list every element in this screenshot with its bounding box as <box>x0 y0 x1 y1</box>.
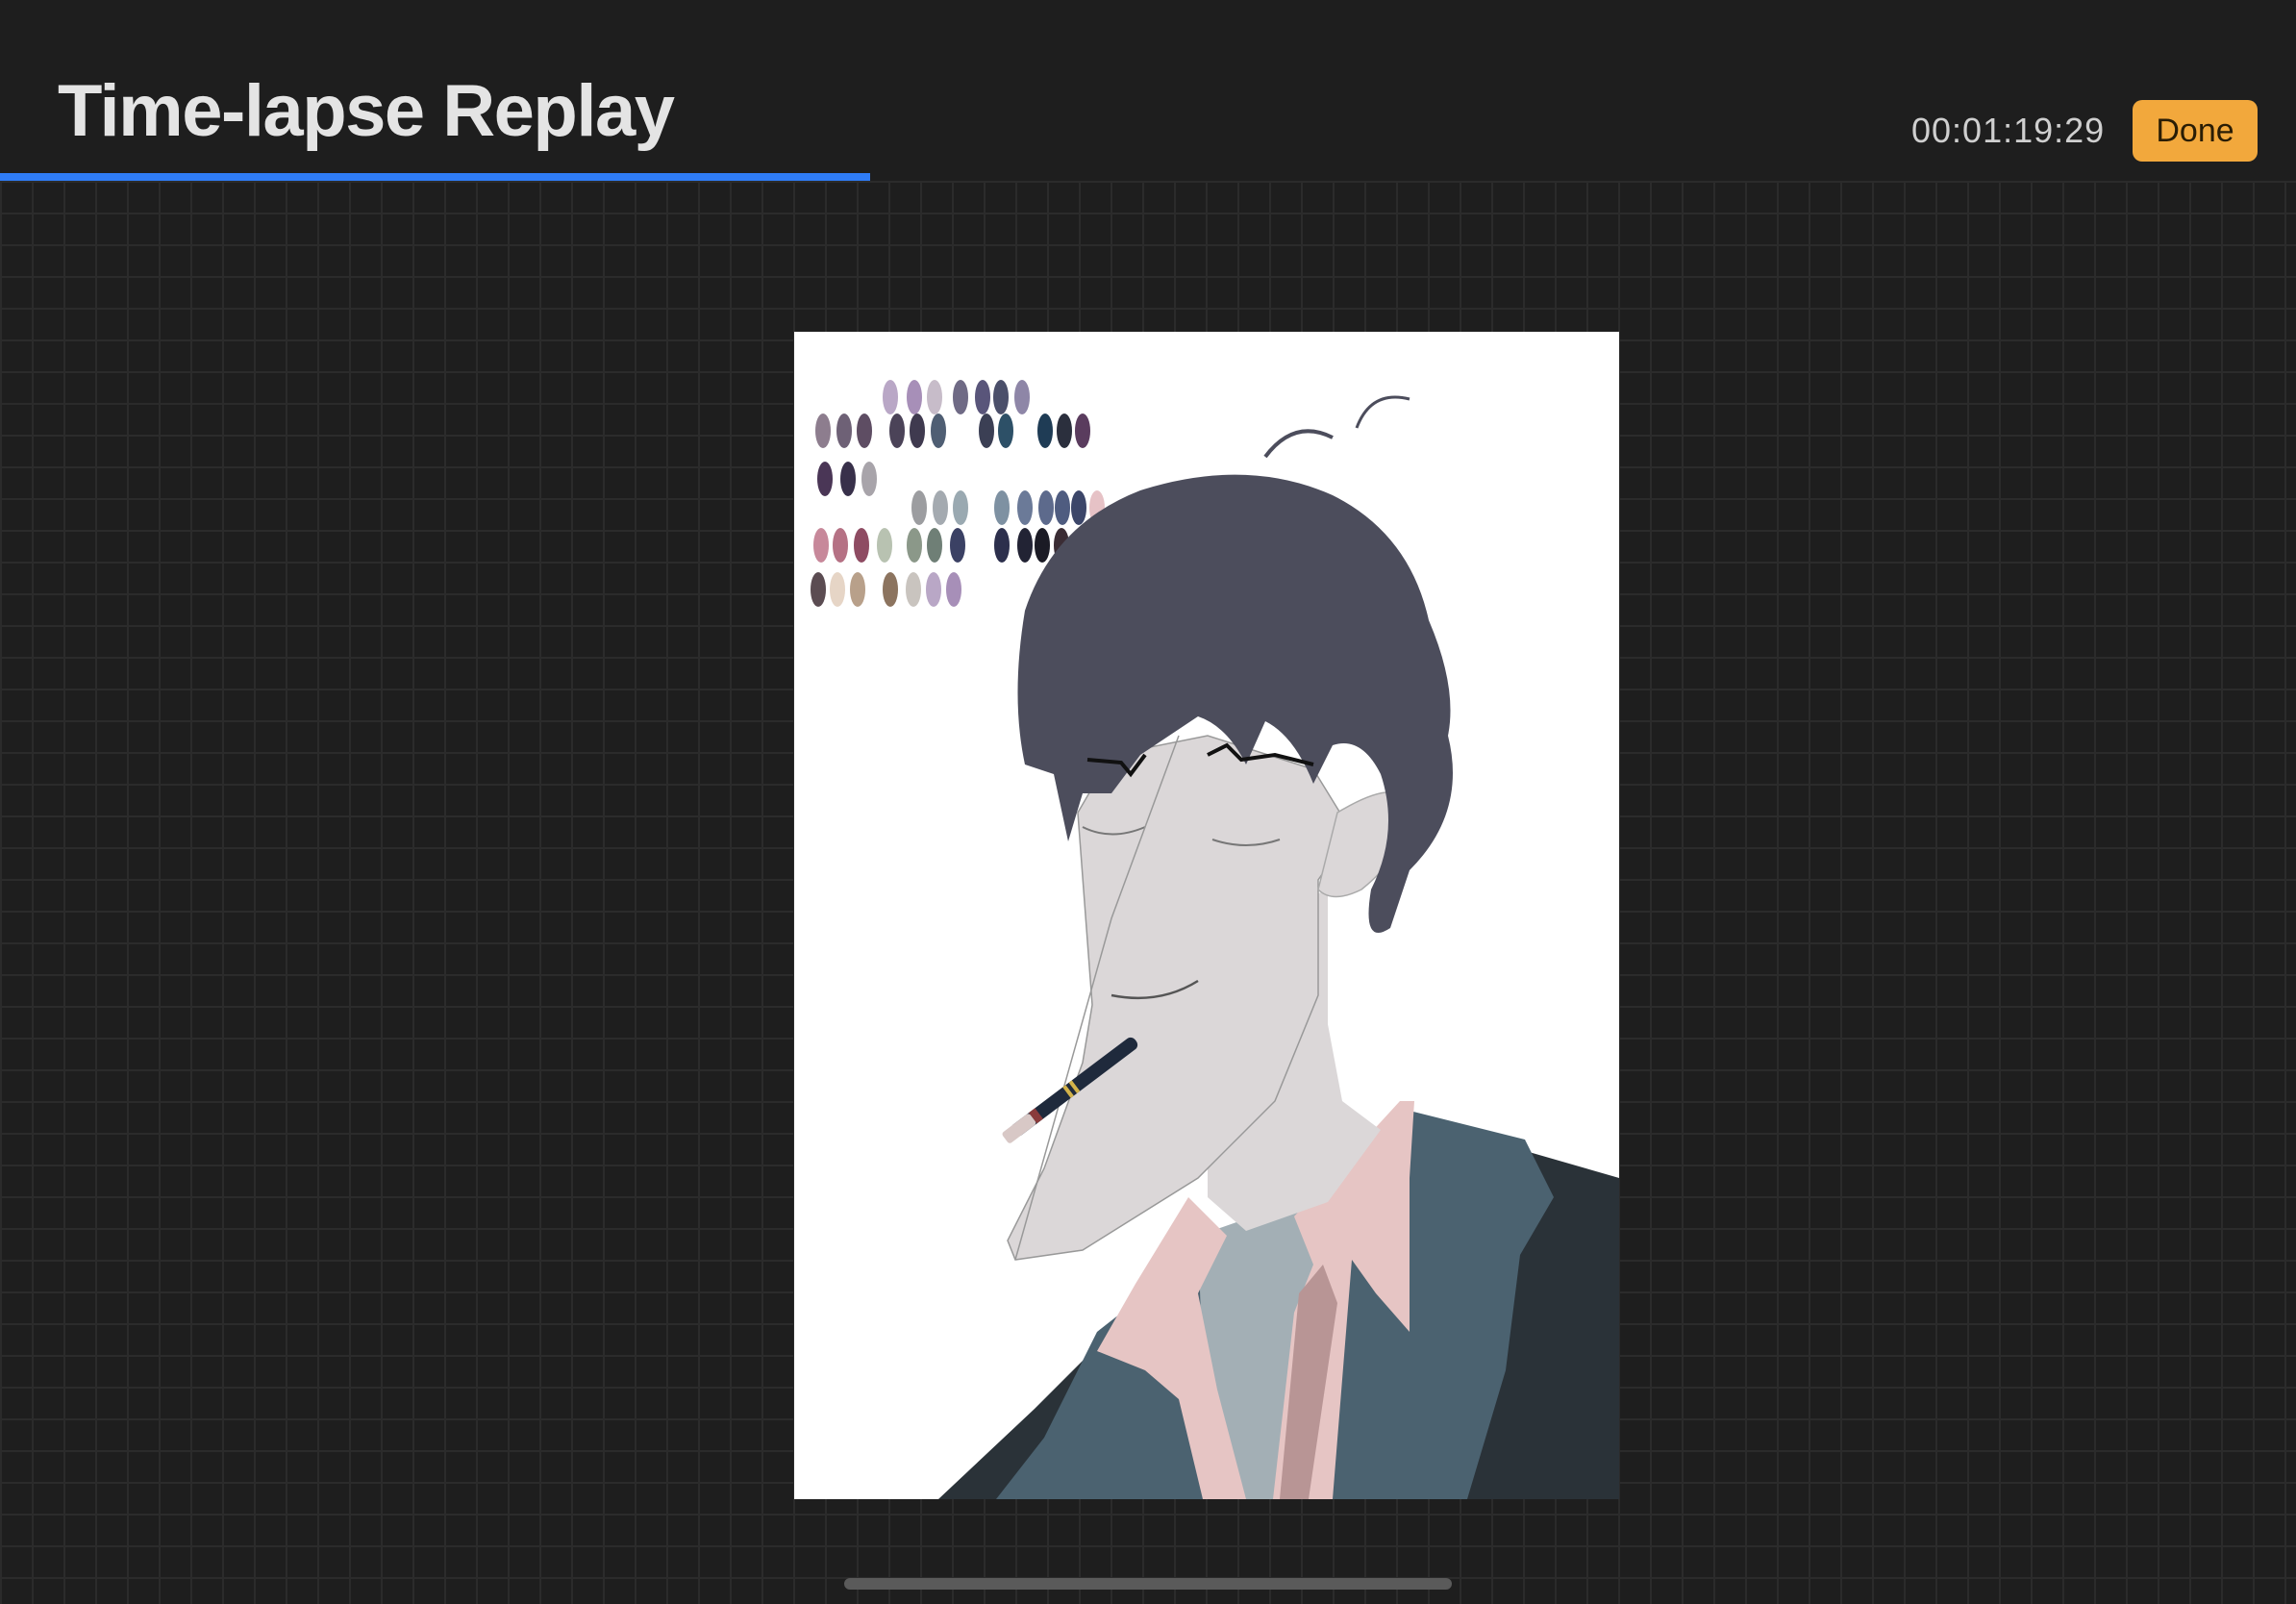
palette-swatch <box>840 462 856 496</box>
palette-swatch <box>1071 490 1086 525</box>
palette-swatch <box>907 528 922 563</box>
palette-swatch <box>883 572 898 607</box>
palette-swatch <box>850 572 865 607</box>
palette-swatch <box>877 528 892 563</box>
palette-swatch <box>926 572 941 607</box>
playback-scrubber[interactable] <box>0 173 2296 181</box>
palette-swatch <box>833 528 848 563</box>
palette-swatch <box>889 414 905 448</box>
palette-swatch <box>946 572 961 607</box>
palette-swatch <box>998 414 1013 448</box>
page-title: Time-lapse Replay <box>58 70 675 152</box>
artwork-canvas[interactable] <box>794 332 1619 1499</box>
palette-swatch <box>953 380 968 414</box>
palette-swatch <box>911 490 927 525</box>
palette-swatch <box>1057 414 1072 448</box>
home-indicator[interactable] <box>844 1578 1452 1590</box>
hair-strand <box>1263 429 1334 459</box>
palette-swatch <box>1017 490 1033 525</box>
palette-swatch <box>994 528 1010 563</box>
palette-swatch <box>1014 380 1030 414</box>
palette-swatch <box>931 414 946 448</box>
palette-swatch <box>927 380 942 414</box>
palette-swatch <box>1075 414 1090 448</box>
playback-progress-fill <box>0 173 871 181</box>
palette-swatch <box>994 490 1010 525</box>
artwork-illustration <box>811 380 1619 1499</box>
palette-swatch <box>1055 490 1070 525</box>
palette-swatch <box>815 414 831 448</box>
palette-swatch <box>950 528 965 563</box>
palette-swatch <box>906 572 921 607</box>
palette-swatch <box>861 462 877 496</box>
palette-swatch <box>857 414 872 448</box>
palette-swatch <box>811 572 826 607</box>
palette-swatch <box>854 528 869 563</box>
done-button[interactable]: Done <box>2133 100 2258 162</box>
palette-swatch <box>933 490 948 525</box>
palette-swatch <box>975 380 990 414</box>
palette-swatch <box>883 380 898 414</box>
palette-swatch <box>1037 414 1053 448</box>
palette-swatch <box>1017 528 1033 563</box>
palette-swatch <box>830 572 845 607</box>
palette-swatch <box>910 414 925 448</box>
palette-swatch <box>993 380 1009 414</box>
palette-swatch <box>1038 490 1054 525</box>
palette-swatch <box>979 414 994 448</box>
hair-strand-2 <box>1355 395 1410 429</box>
palette-swatch <box>927 528 942 563</box>
playback-timestamp: 00:01:19:29 <box>1911 111 2106 150</box>
palette-swatch <box>813 528 829 563</box>
top-bar: Time-lapse Replay 00:01:19:29 Done <box>0 0 2296 171</box>
palette-swatch <box>1035 528 1050 563</box>
palette-swatch <box>836 414 852 448</box>
palette-swatch <box>953 490 968 525</box>
palette-swatch <box>817 462 833 496</box>
palette-swatch <box>907 380 922 414</box>
